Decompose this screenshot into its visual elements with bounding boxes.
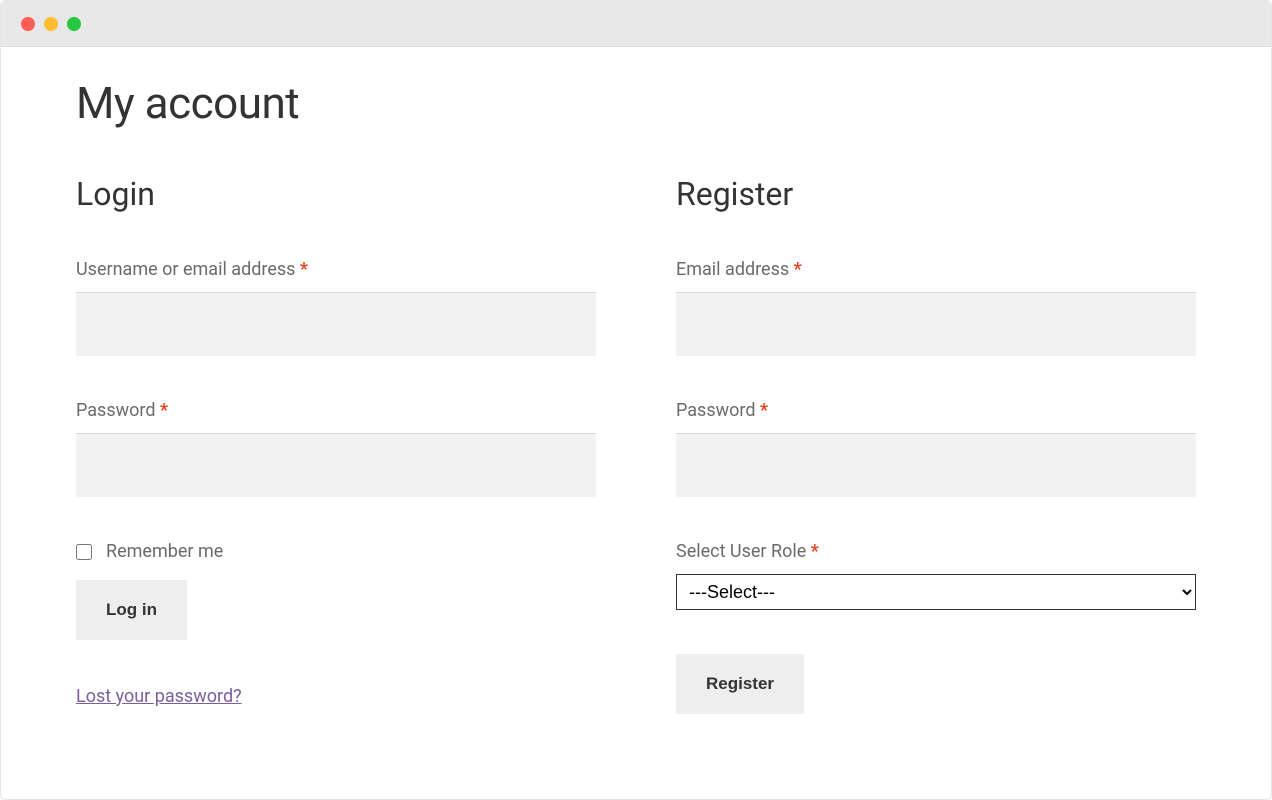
page-title: My account xyxy=(76,77,1196,129)
register-role-label-text: Select User Role xyxy=(676,541,811,562)
login-username-input[interactable] xyxy=(76,292,596,356)
app-window: My account Login Username or email addre… xyxy=(0,0,1272,800)
login-section: Login Username or email address * Passwo… xyxy=(76,175,596,714)
register-password-label: Password * xyxy=(676,400,1196,421)
register-password-input[interactable] xyxy=(676,433,1196,497)
remember-me-label: Remember me xyxy=(106,541,223,562)
register-password-label-text: Password xyxy=(676,400,760,421)
register-section: Register Email address * Password * Sel xyxy=(676,175,1196,714)
register-role-label: Select User Role * xyxy=(676,541,1196,562)
required-marker: * xyxy=(811,541,819,562)
login-username-label-text: Username or email address xyxy=(76,259,300,280)
account-columns: Login Username or email address * Passwo… xyxy=(76,175,1196,714)
required-marker: * xyxy=(160,400,168,421)
register-email-label-text: Email address xyxy=(676,259,794,280)
window-close-icon[interactable] xyxy=(21,17,35,31)
login-username-row: Username or email address * xyxy=(76,259,596,356)
login-password-input[interactable] xyxy=(76,433,596,497)
login-button[interactable]: Log in xyxy=(76,580,187,640)
register-password-row: Password * xyxy=(676,400,1196,497)
required-marker: * xyxy=(760,400,768,421)
login-password-label: Password * xyxy=(76,400,596,421)
register-role-row: Select User Role * ---Select--- xyxy=(676,541,1196,610)
login-username-label: Username or email address * xyxy=(76,259,596,280)
window-minimize-icon[interactable] xyxy=(44,17,58,31)
required-marker: * xyxy=(794,259,802,280)
login-heading: Login xyxy=(76,175,596,213)
register-email-label: Email address * xyxy=(676,259,1196,280)
window-maximize-icon[interactable] xyxy=(67,17,81,31)
register-role-select[interactable]: ---Select--- xyxy=(676,574,1196,610)
remember-me-checkbox[interactable] xyxy=(76,544,92,560)
register-button-wrap: Register xyxy=(676,654,1196,714)
register-email-input[interactable] xyxy=(676,292,1196,356)
lost-password-link[interactable]: Lost your password? xyxy=(76,686,242,707)
register-heading: Register xyxy=(676,175,1196,213)
remember-me-row: Remember me xyxy=(76,541,596,562)
register-button[interactable]: Register xyxy=(676,654,804,714)
lost-password-wrap: Lost your password? xyxy=(76,686,596,707)
register-email-row: Email address * xyxy=(676,259,1196,356)
login-password-label-text: Password xyxy=(76,400,160,421)
page-content: My account Login Username or email addre… xyxy=(1,47,1271,754)
login-password-row: Password * xyxy=(76,400,596,497)
window-titlebar xyxy=(1,1,1271,47)
required-marker: * xyxy=(300,259,308,280)
